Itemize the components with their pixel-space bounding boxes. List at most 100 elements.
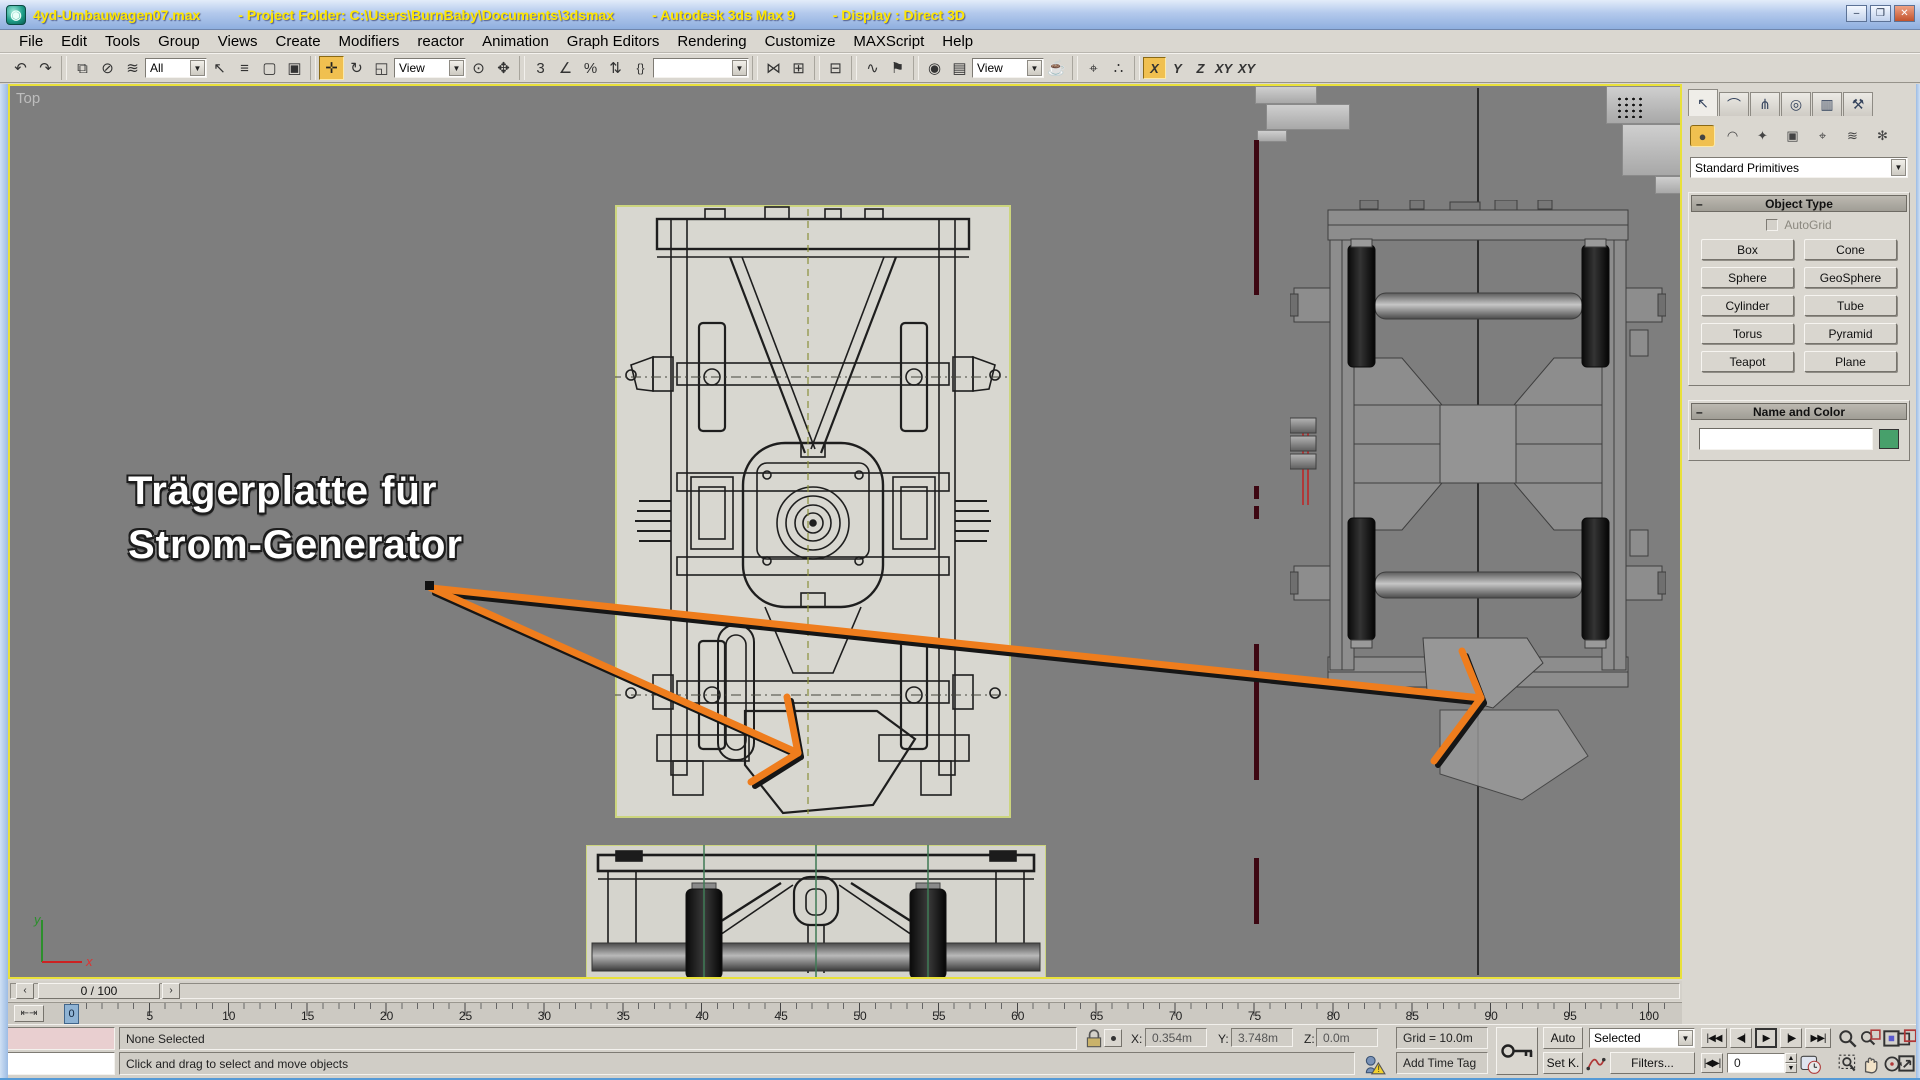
- y-coord-field[interactable]: 3.748m: [1231, 1028, 1293, 1047]
- chevron-down-icon[interactable]: ▼: [190, 60, 205, 76]
- auto-key-button[interactable]: Auto: [1543, 1027, 1583, 1049]
- tab-motion[interactable]: ◎: [1781, 92, 1811, 116]
- geosphere-button[interactable]: GeoSphere: [1804, 267, 1897, 288]
- z-coord-field[interactable]: 0.0m: [1316, 1028, 1378, 1047]
- render-scene-dialog-icon[interactable]: ▤: [947, 56, 972, 80]
- select-and-move-icon[interactable]: ✛: [319, 56, 344, 80]
- add-time-tag-field[interactable]: Add Time Tag: [1396, 1052, 1488, 1074]
- undo-icon[interactable]: ↶: [8, 56, 33, 80]
- chevron-down-icon[interactable]: ▼: [732, 60, 747, 76]
- region-zoom-icon[interactable]: [1836, 1053, 1860, 1075]
- sphere-button[interactable]: Sphere: [1701, 267, 1794, 288]
- pyramid-button[interactable]: Pyramid: [1804, 323, 1897, 344]
- array-icon[interactable]: ∴: [1106, 56, 1131, 80]
- material-editor-icon[interactable]: ◉: [922, 56, 947, 80]
- select-by-name-icon[interactable]: ≡: [232, 56, 257, 80]
- align-icon[interactable]: ⊞: [786, 56, 811, 80]
- maxscript-listener-pink[interactable]: [2, 1027, 115, 1050]
- object-color-swatch[interactable]: [1879, 429, 1899, 449]
- render-type-dropdown[interactable]: View▼: [972, 58, 1044, 78]
- axis-constraint-plane[interactable]: XY: [1235, 57, 1258, 79]
- chevron-down-icon[interactable]: ▼: [1678, 1030, 1693, 1046]
- lights-category-icon[interactable]: ✦: [1750, 125, 1775, 147]
- goto-start-button[interactable]: |◀◀: [1701, 1028, 1727, 1048]
- rectangular-selection-region-icon[interactable]: ▢: [257, 56, 282, 80]
- key-mode-toggle-button[interactable]: |◀▶|: [1701, 1053, 1723, 1073]
- keyboard-override-icon[interactable]: {}: [628, 56, 653, 80]
- unlink-selection-icon[interactable]: ⊘: [95, 56, 120, 80]
- menu-edit[interactable]: Edit: [52, 33, 96, 50]
- schematic-view-icon[interactable]: ⚑: [885, 56, 910, 80]
- frame-spinner-up[interactable]: ▲: [1785, 1053, 1797, 1063]
- key-filter-dropdown[interactable]: Selected▼: [1589, 1028, 1695, 1048]
- box-button[interactable]: Box: [1701, 239, 1794, 260]
- angle-snap-icon[interactable]: ∠: [553, 56, 578, 80]
- teapot-button[interactable]: Teapot: [1701, 351, 1794, 372]
- menu-rendering[interactable]: Rendering: [668, 33, 755, 50]
- chevron-down-icon[interactable]: ▼: [1891, 159, 1906, 176]
- select-and-scale-icon[interactable]: ◱: [369, 56, 394, 80]
- tab-utilities[interactable]: ⚒: [1843, 92, 1873, 116]
- viewport-label[interactable]: Top: [16, 90, 40, 107]
- previous-frame-arrow[interactable]: ‹: [16, 983, 34, 999]
- minimize-button[interactable]: –: [1846, 5, 1867, 22]
- maximize-viewport-toggle-icon[interactable]: [1896, 1053, 1918, 1075]
- snap-toggle-3d-icon[interactable]: 3: [528, 56, 553, 80]
- set-key-mode-button[interactable]: Set K.: [1543, 1052, 1583, 1074]
- axis-constraint-z[interactable]: Z: [1189, 57, 1212, 79]
- name-and-color-rollout-header[interactable]: – Name and Color: [1691, 403, 1907, 420]
- object-type-rollout-header[interactable]: – Object Type: [1691, 195, 1907, 212]
- tab-create[interactable]: ↖: [1688, 89, 1718, 116]
- curve-editor-icon[interactable]: ∿: [860, 56, 885, 80]
- pan-hand-icon[interactable]: [1858, 1053, 1882, 1075]
- plane-button[interactable]: Plane: [1804, 351, 1897, 372]
- percent-snap-icon[interactable]: %: [578, 56, 603, 80]
- autogrid-checkbox[interactable]: [1766, 219, 1778, 231]
- axis-constraint-xy[interactable]: XY: [1212, 57, 1235, 79]
- chevron-down-icon[interactable]: ▼: [449, 60, 464, 76]
- tab-modify[interactable]: ⌒: [1719, 92, 1749, 116]
- primitive-category-dropdown[interactable]: Standard Primitives▼: [1690, 157, 1908, 178]
- chevron-down-icon[interactable]: ▼: [1027, 60, 1042, 76]
- tab-display[interactable]: ▥: [1812, 92, 1842, 116]
- menu-graph-editors[interactable]: Graph Editors: [558, 33, 669, 50]
- spacewarps-category-icon[interactable]: ≋: [1840, 125, 1865, 147]
- default-in-out-tangent-icon[interactable]: [1586, 1052, 1606, 1074]
- shapes-category-icon[interactable]: ◠: [1720, 125, 1745, 147]
- previous-frame-button[interactable]: ◀|: [1730, 1028, 1752, 1048]
- play-button[interactable]: ▶: [1755, 1028, 1777, 1048]
- tab-hierarchy[interactable]: ⋔: [1750, 92, 1780, 116]
- quick-render-icon[interactable]: ☕: [1044, 56, 1069, 80]
- model-wagon-underframe[interactable]: [1290, 200, 1666, 890]
- selection-filter-dropdown[interactable]: All▼: [145, 58, 207, 78]
- menu-tools[interactable]: Tools: [96, 33, 149, 50]
- menu-file[interactable]: File: [10, 33, 52, 50]
- cone-button[interactable]: Cone: [1804, 239, 1897, 260]
- communicator-alert-icon[interactable]: !: [1362, 1053, 1386, 1075]
- named-selection-sets-dropdown[interactable]: ▼: [653, 58, 749, 78]
- zoom-all-icon[interactable]: [1858, 1028, 1882, 1050]
- mirror-icon[interactable]: ⋈: [761, 56, 786, 80]
- select-object-icon[interactable]: ↖: [207, 56, 232, 80]
- next-frame-button[interactable]: |▶: [1780, 1028, 1802, 1048]
- key-filters-button[interactable]: Filters...: [1610, 1052, 1695, 1074]
- menu-group[interactable]: Group: [149, 33, 209, 50]
- select-and-manipulate-icon[interactable]: ✥: [491, 56, 516, 80]
- layer-manager-icon[interactable]: ⊟: [823, 56, 848, 80]
- select-and-link-icon[interactable]: ⧉: [70, 56, 95, 80]
- axis-constraint-x[interactable]: X: [1143, 57, 1166, 79]
- use-pivot-center-icon[interactable]: ⊙: [466, 56, 491, 80]
- menu-animation[interactable]: Animation: [473, 33, 558, 50]
- menu-views[interactable]: Views: [209, 33, 267, 50]
- geometry-category-icon[interactable]: ●: [1690, 125, 1715, 147]
- tube-button[interactable]: Tube: [1804, 295, 1897, 316]
- restore-button[interactable]: ❐: [1870, 5, 1891, 22]
- x-coord-field[interactable]: 0.354m: [1145, 1028, 1207, 1047]
- redo-icon[interactable]: ↷: [33, 56, 58, 80]
- time-slider-track[interactable]: [10, 983, 1680, 999]
- cylinder-button[interactable]: Cylinder: [1701, 295, 1794, 316]
- frame-spinner-down[interactable]: ▼: [1785, 1063, 1797, 1073]
- select-and-rotate-icon[interactable]: ↻: [344, 56, 369, 80]
- zoom-icon[interactable]: [1836, 1028, 1860, 1050]
- snaps-use-axis-center-icon[interactable]: ⌖: [1081, 56, 1106, 80]
